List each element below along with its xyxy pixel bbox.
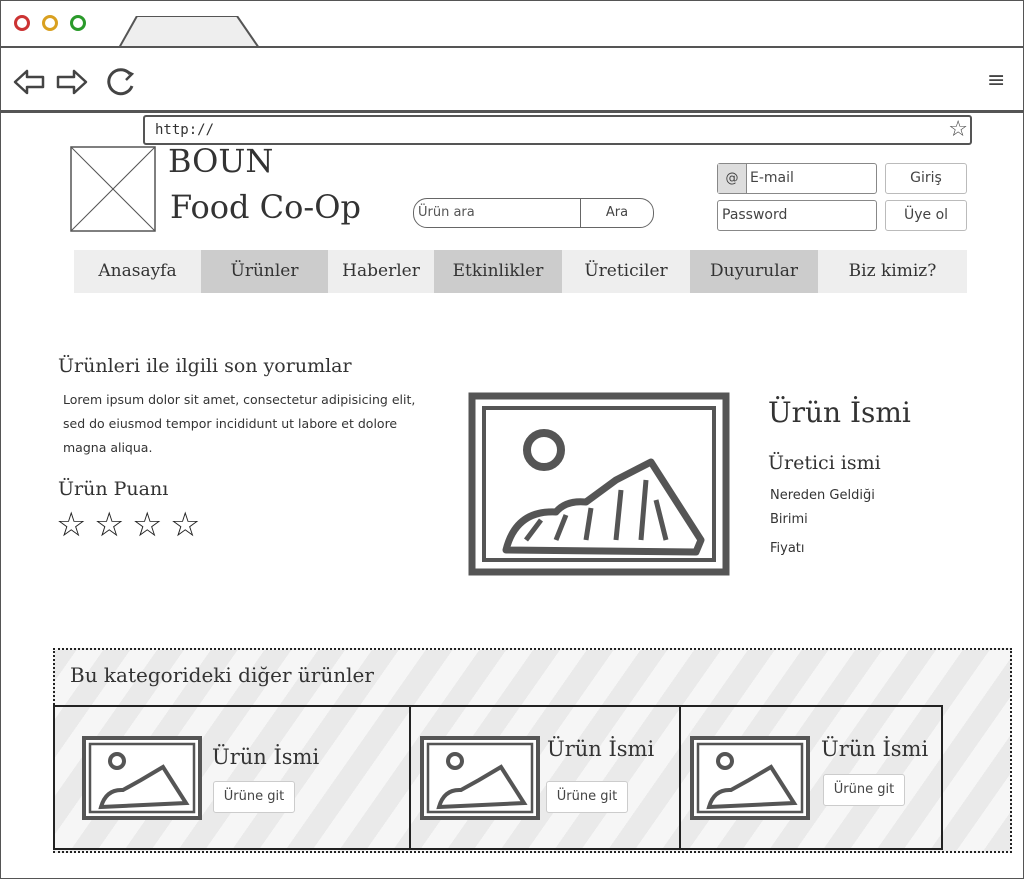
related-heading: Bu kategorideki diğer ürünler bbox=[70, 663, 374, 687]
forward-arrow-icon[interactable] bbox=[56, 69, 88, 95]
card-image-placeholder bbox=[82, 736, 202, 820]
at-sign-icon: @ bbox=[718, 164, 747, 193]
card-title: Ürün İsmi bbox=[212, 745, 320, 769]
rating-star-icon[interactable]: ☆ bbox=[170, 505, 200, 545]
bookmark-star-icon[interactable]: ☆ bbox=[948, 117, 968, 143]
rating-star-icon[interactable]: ☆ bbox=[94, 505, 124, 545]
nav-item-haberler[interactable]: Haberler bbox=[328, 250, 434, 293]
nav-item-anasayfa[interactable]: Anasayfa bbox=[74, 250, 201, 293]
product-card: Ürün İsmi Ürüne git bbox=[411, 707, 679, 848]
product-name: Ürün İsmi bbox=[768, 396, 911, 429]
product-unit: Birimi bbox=[770, 512, 808, 527]
nav-item-urunler[interactable]: Ürünler bbox=[201, 250, 328, 293]
card-image-placeholder bbox=[420, 736, 540, 820]
search-input[interactable]: Ürün ara bbox=[418, 205, 475, 220]
card-title: Ürün İsmi bbox=[547, 737, 655, 761]
related-cards: Ürün İsmi Ürüne git Ürün İsmi Ürüne git … bbox=[53, 705, 943, 850]
browser-tab[interactable] bbox=[119, 16, 259, 48]
site-title-line2: Food Co-Op bbox=[170, 188, 361, 226]
nav-item-duyurular[interactable]: Duyurular bbox=[690, 250, 818, 293]
search-button[interactable]: Ara bbox=[581, 199, 653, 227]
rating-star-icon[interactable]: ☆ bbox=[56, 505, 86, 545]
address-bar[interactable]: http:// ☆ bbox=[143, 115, 972, 145]
rating-star-icon[interactable]: ☆ bbox=[132, 505, 162, 545]
go-to-product-button[interactable]: Ürüne git bbox=[823, 774, 905, 806]
back-arrow-icon[interactable] bbox=[13, 69, 45, 95]
go-to-product-button[interactable]: Ürüne git bbox=[213, 781, 295, 813]
comments-text: Lorem ipsum dolor sit amet, consectetur … bbox=[63, 392, 416, 455]
site-title-line1: BOUN bbox=[168, 142, 274, 180]
nav-item-ureticiler[interactable]: Üreticiler bbox=[562, 250, 690, 293]
maximize-window-dot[interactable] bbox=[70, 15, 86, 31]
search-bar: Ürün ara Ara bbox=[413, 198, 654, 228]
hamburger-menu-icon[interactable]: ≡ bbox=[987, 68, 1005, 93]
minimize-window-dot[interactable] bbox=[42, 15, 58, 31]
rating-heading: Ürün Puanı bbox=[58, 478, 169, 500]
reload-icon[interactable] bbox=[104, 66, 138, 98]
nav-item-biz-kimiz[interactable]: Biz kimiz? bbox=[818, 250, 967, 293]
card-image-placeholder bbox=[690, 736, 810, 820]
logo-placeholder-image bbox=[70, 146, 156, 232]
product-image-placeholder bbox=[468, 392, 730, 576]
product-card: Ürün İsmi Ürüne git bbox=[55, 707, 409, 848]
login-button[interactable]: Giriş bbox=[885, 163, 967, 194]
comments-heading: Ürünleri ile ilgili son yorumlar bbox=[58, 355, 352, 377]
close-window-dot[interactable] bbox=[14, 15, 30, 31]
browser-toolbar: http:// ☆ ≡ bbox=[1, 48, 1023, 145]
tab-bar bbox=[1, 1, 1023, 48]
producer-name: Üretici ismi bbox=[768, 452, 881, 474]
main-nav: Anasayfa Ürünler Haberler Etkinlikler Ür… bbox=[74, 250, 967, 293]
nav-item-etkinlikler[interactable]: Etkinlikler bbox=[434, 250, 562, 293]
url-text: http:// bbox=[155, 122, 215, 138]
email-field[interactable]: @ E-mail bbox=[717, 163, 877, 194]
product-origin: Nereden Geldiği bbox=[770, 488, 875, 503]
card-title: Ürün İsmi bbox=[821, 737, 929, 761]
product-price: Fiyatı bbox=[770, 541, 805, 556]
email-placeholder: E-mail bbox=[750, 170, 794, 186]
signup-button[interactable]: Üye ol bbox=[885, 200, 967, 231]
go-to-product-button[interactable]: Ürüne git bbox=[546, 781, 628, 813]
password-field[interactable]: Password bbox=[717, 200, 877, 231]
product-card: Ürün İsmi Ürüne git bbox=[681, 707, 941, 848]
password-placeholder: Password bbox=[722, 207, 788, 223]
